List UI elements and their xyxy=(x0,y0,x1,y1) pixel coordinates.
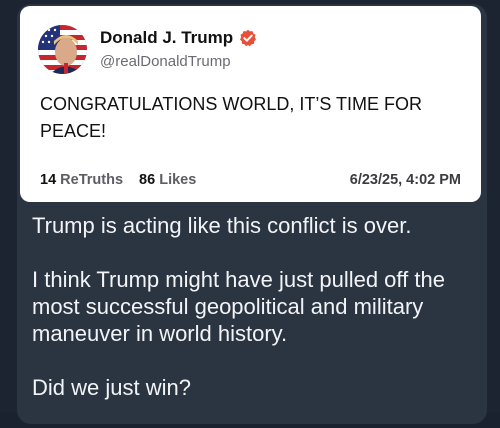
retruths-label: ReTruths xyxy=(60,172,124,188)
message-caption: Trump is acting like this conflict is ov… xyxy=(32,212,472,428)
likes-label: Likes xyxy=(159,172,197,188)
post-text: CONGRATULATIONS WORLD, IT’S TIME FOR PEA… xyxy=(40,94,423,141)
display-name[interactable]: Donald J. Trump xyxy=(100,28,233,48)
caption-line-3: Did we just win? xyxy=(32,375,191,400)
caption-line-2: I think Trump might have just pulled off… xyxy=(32,267,445,346)
display-name-row[interactable]: Donald J. Trump xyxy=(100,28,257,48)
retruths-count: 14 xyxy=(40,172,57,188)
avatar-flag-portrait-icon xyxy=(38,25,87,74)
post-timestamp: 6/23/25, 4:02 PM xyxy=(349,172,461,188)
embedded-truth-post[interactable]: Donald J. Trump @realDonaldTrump CONGRAT… xyxy=(20,6,481,202)
retruths-stat[interactable]: 14 ReTruths xyxy=(40,172,123,188)
likes-stat[interactable]: 86 Likes xyxy=(139,172,196,188)
post-stats: 14 ReTruths 86 Likes xyxy=(40,172,208,188)
avatar[interactable] xyxy=(38,25,87,74)
user-handle[interactable]: @realDonaldTrump xyxy=(100,53,231,70)
likes-count: 86 xyxy=(139,172,156,188)
caption-line-1: Trump is acting like this conflict is ov… xyxy=(32,213,412,238)
verified-badge-icon xyxy=(240,29,257,47)
